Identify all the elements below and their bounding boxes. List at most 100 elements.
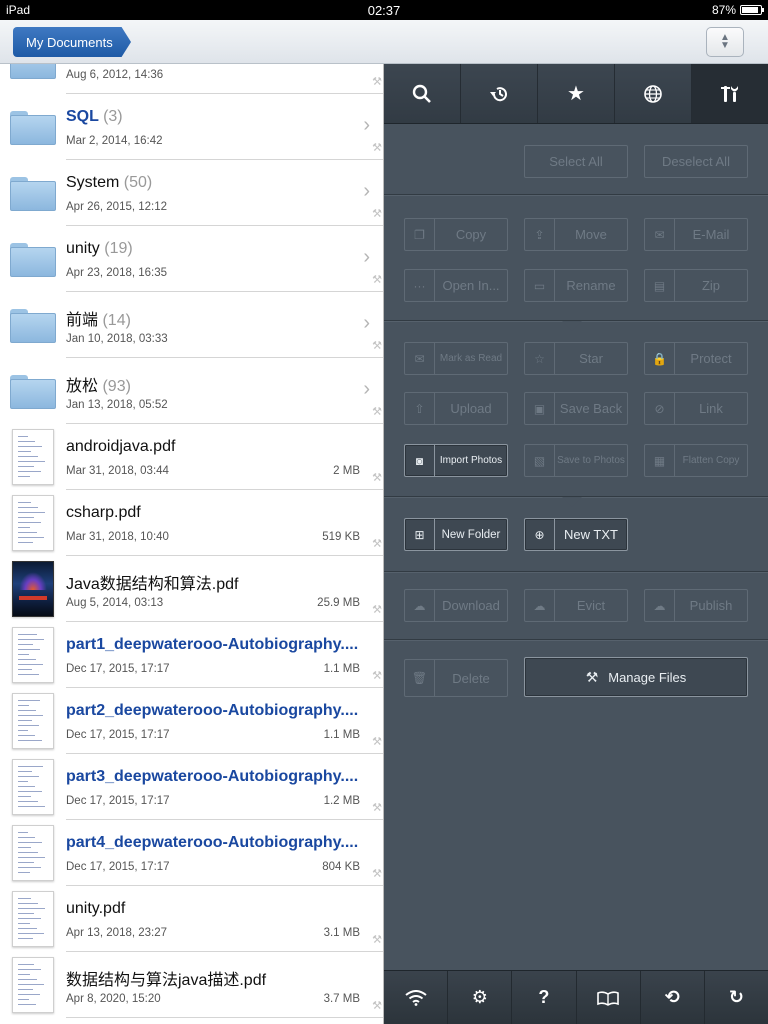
download-button[interactable]: ☁ Download — [404, 589, 508, 622]
refresh-button[interactable]: ↻ — [705, 971, 768, 1024]
copy-button[interactable]: ❐ Copy — [404, 218, 508, 251]
zip-button[interactable]: ▤ Zip — [644, 269, 748, 302]
library-button[interactable] — [577, 971, 641, 1024]
item-tools-icon[interactable]: ⚒ — [372, 999, 382, 1012]
import-photos-button[interactable]: ◙ Import Photos — [404, 444, 508, 477]
item-date: Apr 8, 2020, 15:20 — [66, 993, 161, 1005]
publish-button[interactable]: ☁ Publish — [644, 589, 748, 622]
save-icon: ▣ — [525, 393, 555, 424]
folder-icon — [10, 309, 56, 343]
pdf-thumbnail-icon — [12, 495, 54, 551]
upload-button[interactable]: ⇧ Upload — [404, 392, 508, 425]
item-tools-icon[interactable]: ⚒ — [372, 75, 382, 88]
item-tools-icon[interactable]: ⚒ — [372, 735, 382, 748]
item-name: part2_deepwaterooo-Autobiography.... — [66, 702, 359, 719]
search-icon — [412, 84, 431, 103]
item-name: 放松 (93) — [66, 378, 131, 395]
chevron-right-icon: › — [363, 64, 370, 71]
link-button[interactable]: ⊘ Link — [644, 392, 748, 425]
save-back-button[interactable]: ▣ Save Back — [524, 392, 628, 425]
item-name: Java数据结构和算法.pdf — [66, 576, 239, 593]
tab-history[interactable] — [461, 64, 538, 123]
file-list[interactable]: Regression modeling (53)Aug 6, 2012, 14:… — [0, 64, 384, 1024]
item-tools-icon[interactable]: ⚒ — [372, 273, 382, 286]
chevron-right-icon: › — [363, 180, 370, 202]
item-size: 1.2 MB — [323, 795, 360, 807]
link-icon: ⊘ — [645, 393, 675, 424]
item-count: (50) — [123, 174, 153, 191]
item-tools-icon[interactable]: ⚒ — [372, 603, 382, 616]
item-name: part4_deepwaterooo-Autobiography.... — [66, 834, 359, 851]
open-in-button[interactable]: ··· Open In... — [404, 269, 508, 302]
item-tools-icon[interactable]: ⚒ — [372, 801, 382, 814]
file-row[interactable]: part2_deepwaterooo-Autobiography.... Dec … — [0, 688, 383, 754]
select-all-button[interactable]: Select All — [524, 145, 628, 178]
item-name: unity.pdf — [66, 900, 126, 917]
new-txt-button[interactable]: ⊕ New TXT — [524, 518, 628, 551]
file-row[interactable]: androidjava.pdf Mar 31, 2018, 03:44 2 MB ⚒ — [0, 424, 383, 490]
wifi-button[interactable] — [384, 971, 449, 1024]
item-tools-icon[interactable]: ⚒ — [372, 141, 382, 154]
settings-button[interactable]: ⚙ — [448, 971, 513, 1024]
manage-files-button[interactable]: ⚒ Manage Files — [524, 657, 748, 697]
flatten-copy-button[interactable]: ▦ Flatten Copy — [644, 444, 748, 477]
photos-icon: ▧ — [525, 445, 555, 476]
item-tools-icon[interactable]: ⚒ — [372, 405, 382, 418]
item-tools-icon[interactable]: ⚒ — [372, 669, 382, 682]
copy-icon: ❐ — [405, 219, 435, 250]
item-size: 2 MB — [333, 465, 360, 477]
tab-tools[interactable] — [692, 64, 768, 123]
upload-icon: ⇧ — [405, 393, 435, 424]
evict-button[interactable]: ☁ Evict — [524, 589, 628, 622]
save-to-photos-button[interactable]: ▧ Save to Photos — [524, 444, 628, 477]
ellipsis-icon: ··· — [405, 270, 435, 301]
divider — [384, 194, 768, 195]
protect-button[interactable]: 🔒 Protect — [644, 342, 748, 375]
new-folder-button[interactable]: ⊞ New Folder — [404, 518, 508, 551]
folder-row[interactable]: SQL (3) Mar 2, 2014, 16:42 › ⚒ — [0, 94, 383, 160]
folder-row[interactable]: 放松 (93) Jan 13, 2018, 05:52 › ⚒ — [0, 358, 383, 424]
email-button[interactable]: ✉ E-Mail — [644, 218, 748, 251]
folder-row[interactable]: unity (19) Apr 23, 2018, 16:35 › ⚒ — [0, 226, 383, 292]
rename-button[interactable]: ▭ Rename — [524, 269, 628, 302]
item-tools-icon[interactable]: ⚒ — [372, 933, 382, 946]
file-row[interactable]: csharp.pdf Mar 31, 2018, 10:40 519 KB ⚒ — [0, 490, 383, 556]
file-row[interactable]: part3_deepwaterooo-Autobiography.... Dec … — [0, 754, 383, 820]
tab-search[interactable] — [384, 64, 461, 123]
file-row[interactable]: part4_deepwaterooo-Autobiography.... Dec … — [0, 820, 383, 886]
item-date: Jan 10, 2018, 03:33 — [66, 333, 168, 345]
item-tools-icon[interactable]: ⚒ — [372, 537, 382, 550]
item-tools-icon[interactable]: ⚒ — [372, 471, 382, 484]
folder-row[interactable]: System (50) Apr 26, 2015, 12:12 › ⚒ — [0, 160, 383, 226]
folder-icon — [10, 243, 56, 277]
mark-as-read-button[interactable]: ✉ Mark as Read — [404, 342, 508, 375]
back-button-my-documents[interactable]: My Documents — [13, 27, 131, 57]
status-bar: iPad 02:37 87% — [0, 0, 768, 20]
deselect-all-button[interactable]: Deselect All — [644, 145, 748, 178]
item-count: (93) — [102, 378, 131, 395]
cloud-download-icon: ☁ — [405, 590, 435, 621]
delete-button[interactable]: 🗑 Delete — [404, 659, 508, 697]
file-row[interactable]: part1_deepwaterooo-Autobiography.... Dec … — [0, 622, 383, 688]
folder-row[interactable]: 前端 (14) Jan 10, 2018, 03:33 › ⚒ — [0, 292, 383, 358]
tab-favorites[interactable]: ★ — [538, 64, 615, 123]
item-tools-icon[interactable]: ⚒ — [372, 867, 382, 880]
item-tools-icon[interactable]: ⚒ — [372, 207, 382, 220]
star-button[interactable]: ☆ Star — [524, 342, 628, 375]
file-row[interactable]: unity.pdf Apr 13, 2018, 23:27 3.1 MB ⚒ — [0, 886, 383, 952]
folder-row[interactable]: Regression modeling (53)Aug 6, 2012, 14:… — [0, 64, 383, 94]
item-date: Aug 5, 2014, 03:13 — [66, 597, 164, 609]
file-row[interactable]: 数据结构与算法java描述.pdf Apr 8, 2020, 15:20 3.7 M… — [0, 952, 383, 1018]
item-tools-icon[interactable]: ⚒ — [372, 339, 382, 352]
folder-icon — [10, 375, 56, 409]
section-notch — [562, 321, 582, 331]
pdf-thumbnail-icon — [12, 825, 54, 881]
sort-button[interactable]: ▲ ▼ — [706, 27, 744, 57]
item-date: Mar 2, 2014, 16:42 — [66, 135, 163, 147]
help-button[interactable]: ? — [512, 971, 577, 1024]
file-row[interactable]: Java数据结构和算法.pdf Aug 5, 2014, 03:13 25.9 MB… — [0, 556, 383, 622]
sync-button[interactable]: ⟲ — [641, 971, 705, 1024]
move-button[interactable]: ⇪ Move — [524, 218, 628, 251]
item-date: Apr 13, 2018, 23:27 — [66, 927, 168, 939]
tab-web[interactable] — [615, 64, 692, 123]
